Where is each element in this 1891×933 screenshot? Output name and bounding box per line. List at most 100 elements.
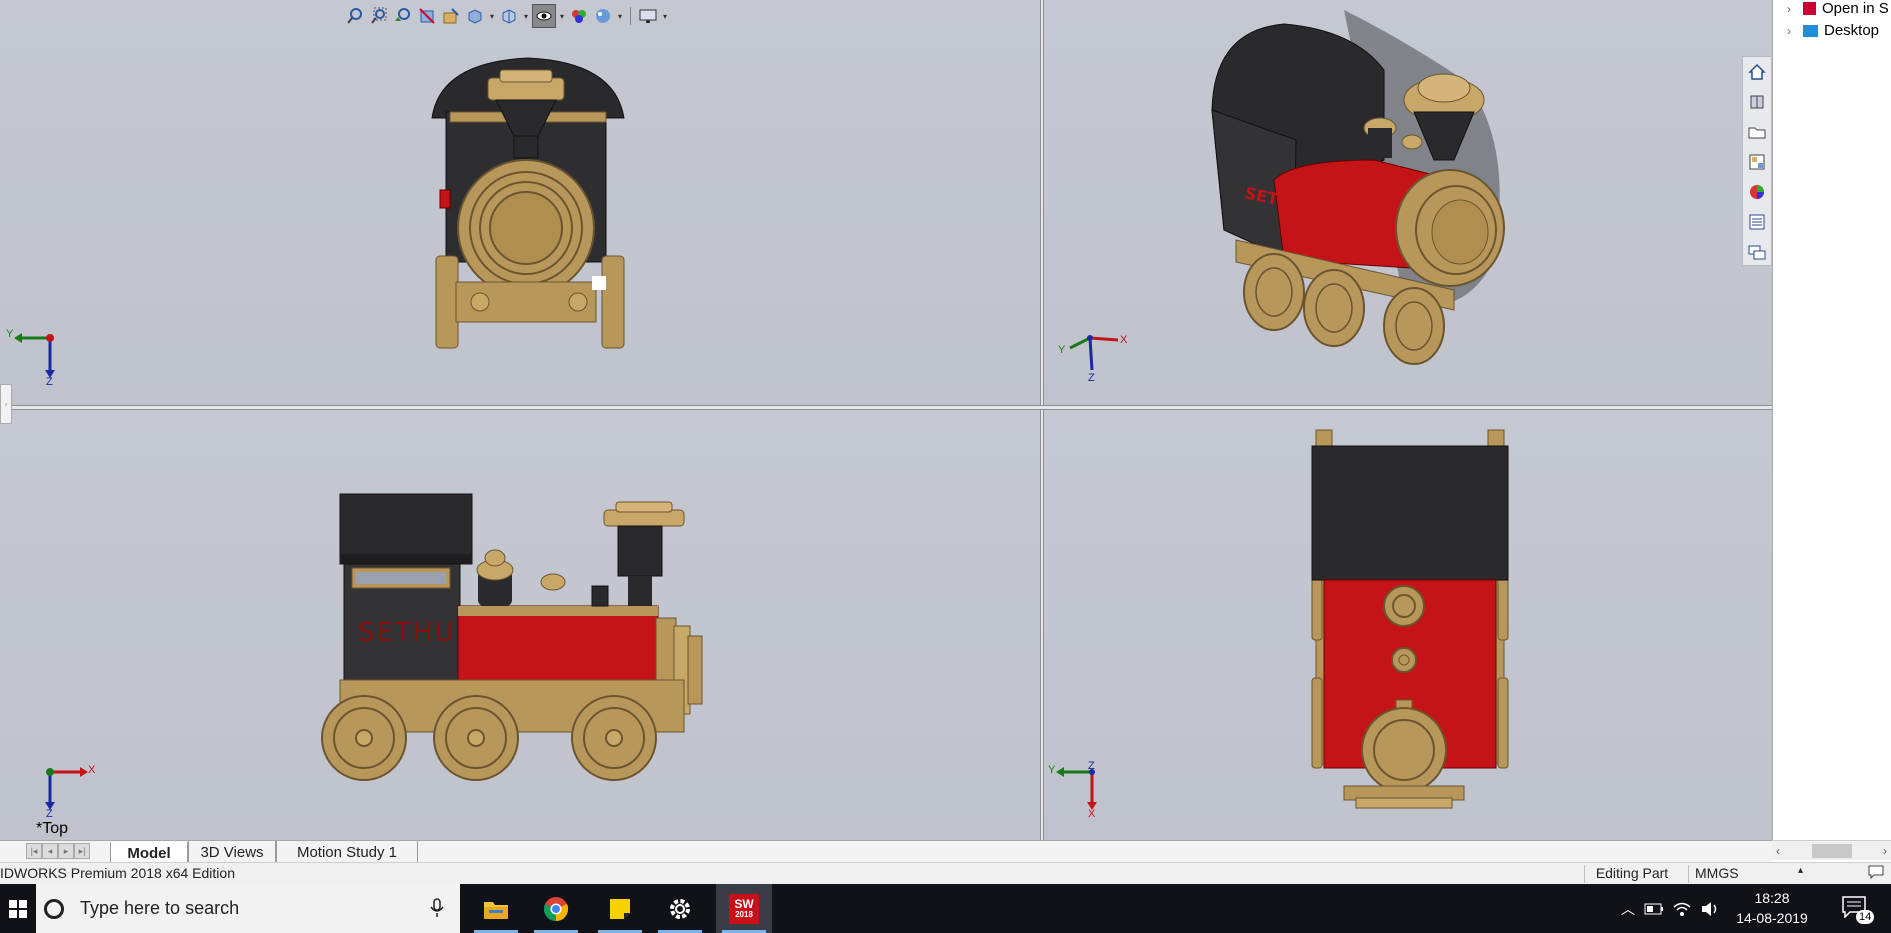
solidworks-app-icon[interactable]: SW 2018	[716, 884, 772, 933]
triad-z-label: Z	[46, 808, 53, 820]
display-style-icon[interactable]	[498, 5, 520, 27]
first-tab-icon[interactable]: |◂	[26, 843, 42, 859]
triad-y-label: Y	[1058, 344, 1066, 356]
status-divider	[1584, 865, 1585, 883]
document-tabs-bar: |◂ ◂ ▸ ▸| Model 3D Views Motion Study 1	[0, 840, 1772, 863]
wifi-icon[interactable]	[1668, 901, 1696, 917]
chevron-down-icon[interactable]: ▾	[522, 12, 530, 21]
forum-icon[interactable]	[1747, 241, 1767, 263]
viewport-front[interactable]: Y Z	[0, 0, 1040, 405]
chevron-right-icon[interactable]: ›	[1787, 24, 1797, 38]
edit-appearance-icon[interactable]	[568, 5, 590, 27]
viewport-side[interactable]: SETHU X Z	[0, 410, 1040, 840]
clock[interactable]: 18:28 14-08-2019	[1732, 888, 1812, 928]
action-center-icon[interactable]: 14	[1836, 892, 1876, 926]
axis-triad-iso	[1069, 335, 1119, 371]
nameplate-side: SETHU	[358, 618, 456, 648]
status-divider	[1688, 865, 1689, 883]
collapse-handle[interactable]: ◦	[0, 384, 12, 424]
tree-item-label: Open in S	[1822, 0, 1889, 17]
locomotive-isometric-view: SETHU	[1069, 10, 1505, 371]
viewport-splitter-vertical[interactable]	[1040, 0, 1044, 840]
tree-item-open-in[interactable]: › Open in S	[1787, 0, 1889, 17]
triad-x-label: X	[88, 764, 96, 776]
section-view-icon[interactable]	[416, 5, 438, 27]
windows-taskbar: Type here to search SW 2018 ︿ 18:28 14-0…	[0, 884, 1891, 933]
view-orientation-label: *Top	[36, 820, 69, 837]
previous-tab-icon[interactable]: ◂	[42, 843, 58, 859]
taskbar-search-box[interactable]: Type here to search	[36, 884, 460, 933]
triad-x-label: X	[1088, 808, 1096, 820]
hide-show-items-icon[interactable]	[532, 4, 556, 28]
view-settings-icon[interactable]	[637, 5, 659, 27]
horizontal-scrollbar[interactable]: ‹ ›	[1772, 840, 1891, 860]
home-icon[interactable]	[1747, 61, 1767, 83]
axis-triad	[14, 333, 55, 378]
last-tab-icon[interactable]: ▸|	[74, 843, 90, 859]
axis-triad-side	[45, 767, 88, 810]
tree-item-desktop[interactable]: › Desktop	[1787, 22, 1879, 39]
units-selector[interactable]: MMGS	[1695, 865, 1739, 881]
scroll-thumb[interactable]	[1811, 843, 1852, 858]
viewport-splitter-horizontal[interactable]	[0, 405, 1772, 410]
status-bar: IDWORKS Premium 2018 x64 Edition Editing…	[0, 862, 1891, 884]
scroll-left-icon[interactable]: ‹	[1776, 844, 1780, 858]
tab-motion-study[interactable]: Motion Study 1	[276, 841, 418, 863]
triad-x-label: X	[1120, 334, 1128, 346]
tab-navigation: |◂ ◂ ▸ ▸|	[26, 843, 90, 859]
heads-up-view-toolbar: ▾ ▾ ▾ ▾ ▾	[344, 4, 669, 28]
chevron-up-icon[interactable]: ▴	[1798, 865, 1803, 876]
chat-icon[interactable]	[1868, 865, 1884, 882]
triad-z-label: Z	[46, 376, 53, 388]
system-tray: ︿	[1616, 884, 1724, 933]
graphics-area[interactable]: Y Z SETHU Y X Z SETHU X Z *Top Y Z X ◦ ▾…	[0, 0, 1772, 840]
previous-view-icon[interactable]	[392, 5, 414, 27]
clock-time: 18:28	[1754, 890, 1790, 906]
3d-content-icon[interactable]	[1747, 91, 1767, 113]
chevron-down-icon[interactable]: ▾	[616, 12, 624, 21]
locomotive-side-view	[45, 493, 703, 810]
viewport-top[interactable]: Y Z X	[1044, 410, 1772, 840]
file-explorer-panel: › Open in S › Desktop	[1772, 0, 1891, 860]
sticky-notes-app-icon[interactable]	[592, 884, 648, 933]
editing-mode: Editing Part	[1595, 865, 1669, 881]
file-explorer-icon[interactable]	[1747, 121, 1767, 143]
zoom-to-area-icon[interactable]	[368, 5, 390, 27]
triad-z-label: Z	[1088, 760, 1095, 772]
chevron-right-icon[interactable]: ›	[1787, 2, 1797, 16]
tree-item-label: Desktop	[1824, 22, 1880, 39]
windows-start-icon[interactable]	[0, 884, 36, 933]
axis-triad-top	[1056, 767, 1097, 810]
appearances-icon[interactable]	[1747, 181, 1767, 203]
notification-count-badge: 14	[1856, 910, 1875, 924]
next-tab-icon[interactable]: ▸	[58, 843, 74, 859]
view-orientation-icon[interactable]	[464, 5, 486, 27]
volume-icon[interactable]	[1696, 901, 1724, 917]
locomotive-front-view	[14, 57, 625, 378]
apply-scene-icon[interactable]	[592, 5, 614, 27]
custom-properties-icon[interactable]	[1747, 211, 1767, 233]
zoom-to-fit-icon[interactable]	[344, 5, 366, 27]
app-edition: IDWORKS Premium 2018 x64 Edition	[0, 865, 235, 881]
tab-3d-views[interactable]: 3D Views	[188, 841, 276, 863]
chevron-down-icon[interactable]: ▾	[661, 12, 669, 21]
dynamic-annotation-icon[interactable]	[440, 5, 462, 27]
triad-y-label: Y	[1048, 764, 1056, 776]
chevron-down-icon[interactable]: ▾	[488, 12, 496, 21]
battery-icon[interactable]	[1640, 903, 1668, 915]
microphone-icon[interactable]	[430, 898, 444, 923]
solidworks-file-icon	[1803, 2, 1816, 15]
search-placeholder: Type here to search	[80, 898, 240, 918]
chrome-app-icon[interactable]	[528, 884, 584, 933]
view-palette-icon[interactable]	[1747, 151, 1767, 173]
cortana-icon	[44, 898, 64, 919]
task-pane-tabs	[1742, 56, 1772, 266]
scroll-right-icon[interactable]: ›	[1883, 844, 1887, 858]
desktop-icon	[1803, 24, 1818, 37]
chevron-up-icon[interactable]: ︿	[1616, 899, 1640, 919]
chevron-down-icon[interactable]: ▾	[558, 12, 566, 21]
settings-app-icon[interactable]	[652, 884, 708, 933]
tab-model[interactable]: Model	[110, 841, 188, 863]
viewport-isometric[interactable]: SETHU Y X Z	[1044, 0, 1772, 405]
file-explorer-app-icon[interactable]	[468, 884, 524, 933]
